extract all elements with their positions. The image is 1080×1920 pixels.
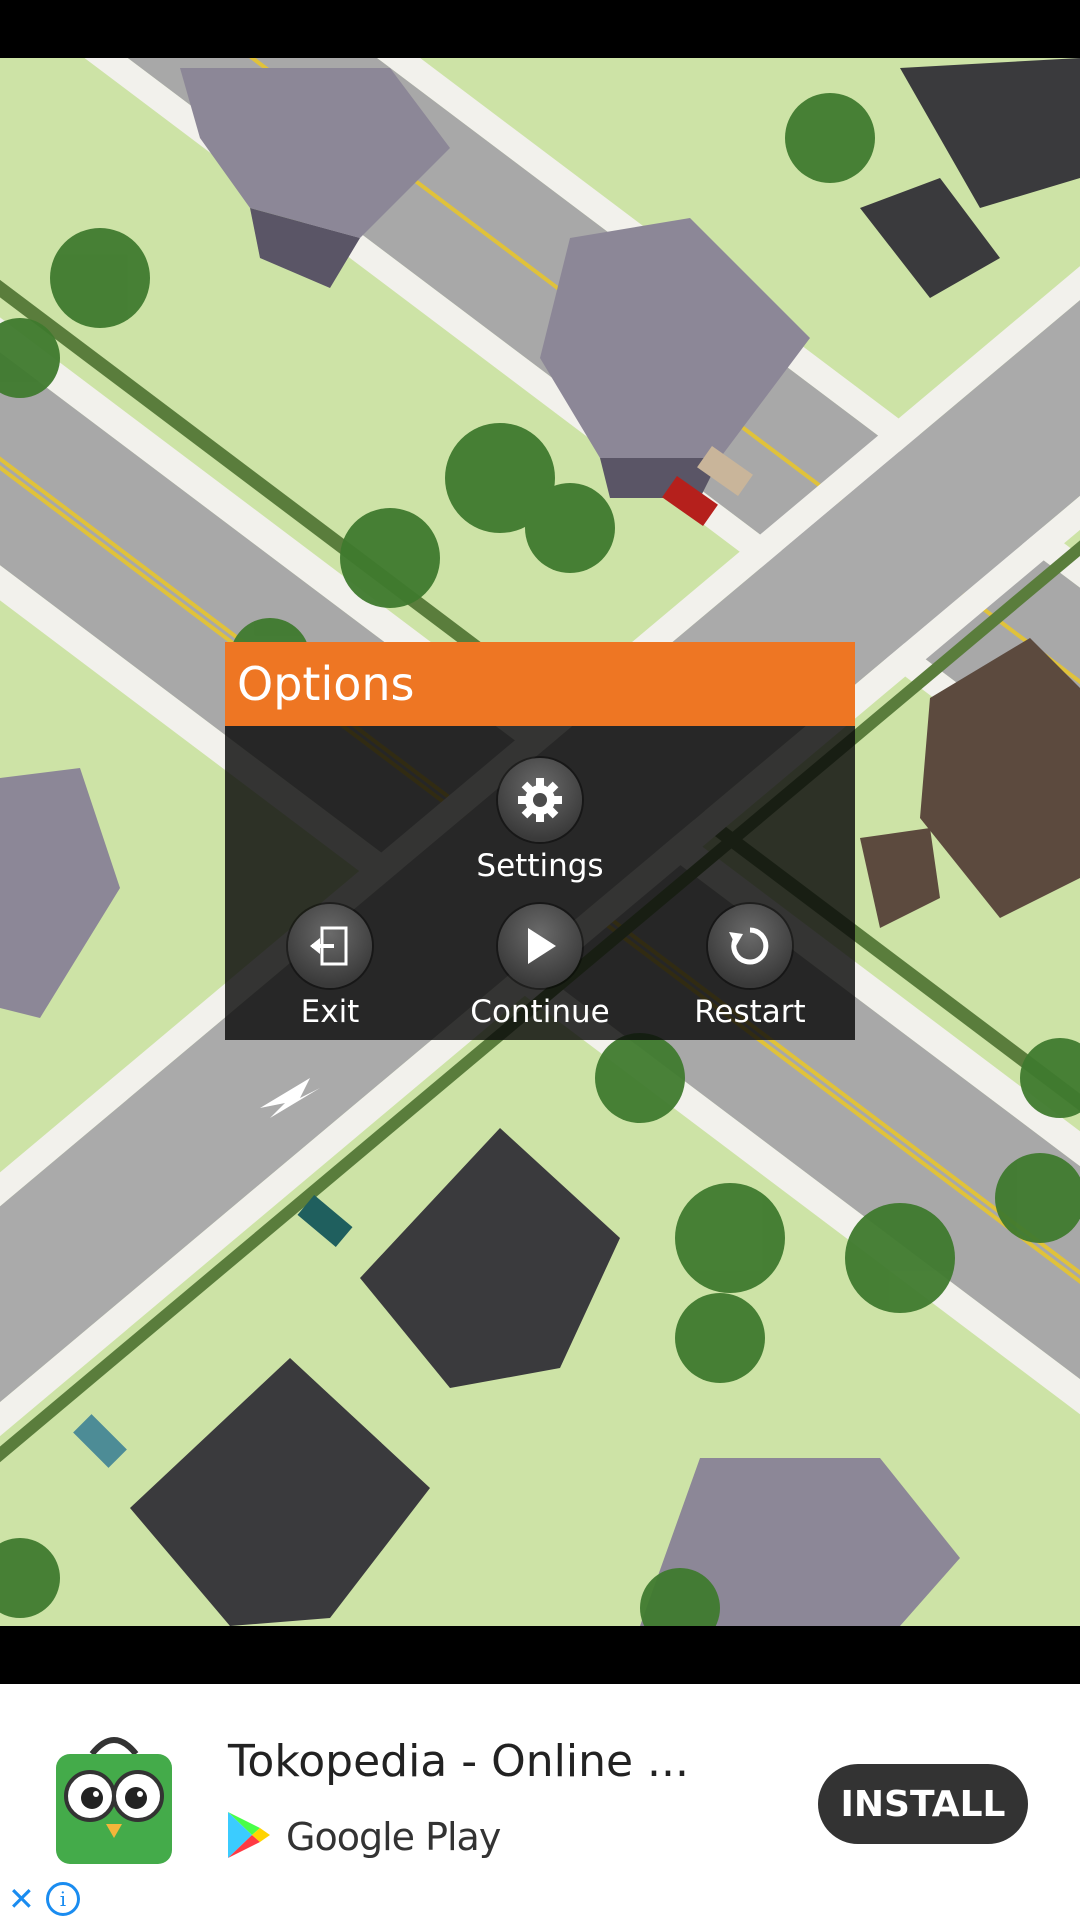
settings-label: Settings xyxy=(476,848,604,884)
restart-label: Restart xyxy=(694,994,806,1030)
store-badge: Google Play xyxy=(226,1810,501,1864)
exit-label: Exit xyxy=(300,994,360,1030)
top-letterbox xyxy=(0,0,1080,58)
continue-label: Continue xyxy=(470,994,610,1030)
ad-title[interactable]: Tokopedia - Online ... xyxy=(228,1736,689,1787)
exit-button[interactable]: Exit xyxy=(245,904,415,1030)
tokopedia-logo xyxy=(52,1732,176,1868)
bottom-letterbox xyxy=(0,1626,1080,1684)
info-icon[interactable]: i xyxy=(46,1882,80,1916)
store-label: Google Play xyxy=(286,1815,501,1859)
restart-icon xyxy=(708,904,792,988)
options-dialog: Options Settings Exit Continue Restart xyxy=(225,642,855,1040)
dialog-header: Options xyxy=(225,642,855,726)
dialog-body: Settings Exit Continue Restart xyxy=(225,726,855,1040)
close-icon[interactable]: ✕ xyxy=(8,1880,35,1918)
restart-button[interactable]: Restart xyxy=(665,904,835,1030)
exit-icon xyxy=(288,904,372,988)
gear-icon xyxy=(498,758,582,842)
play-icon xyxy=(498,904,582,988)
dialog-title: Options xyxy=(237,657,415,711)
settings-button[interactable]: Settings xyxy=(455,758,625,884)
continue-button[interactable]: Continue xyxy=(455,904,625,1030)
ad-banner[interactable]: Tokopedia - Online ... Google Play INSTA… xyxy=(0,1684,1080,1920)
install-button[interactable]: INSTALL xyxy=(818,1764,1028,1844)
google-play-icon xyxy=(226,1810,272,1864)
